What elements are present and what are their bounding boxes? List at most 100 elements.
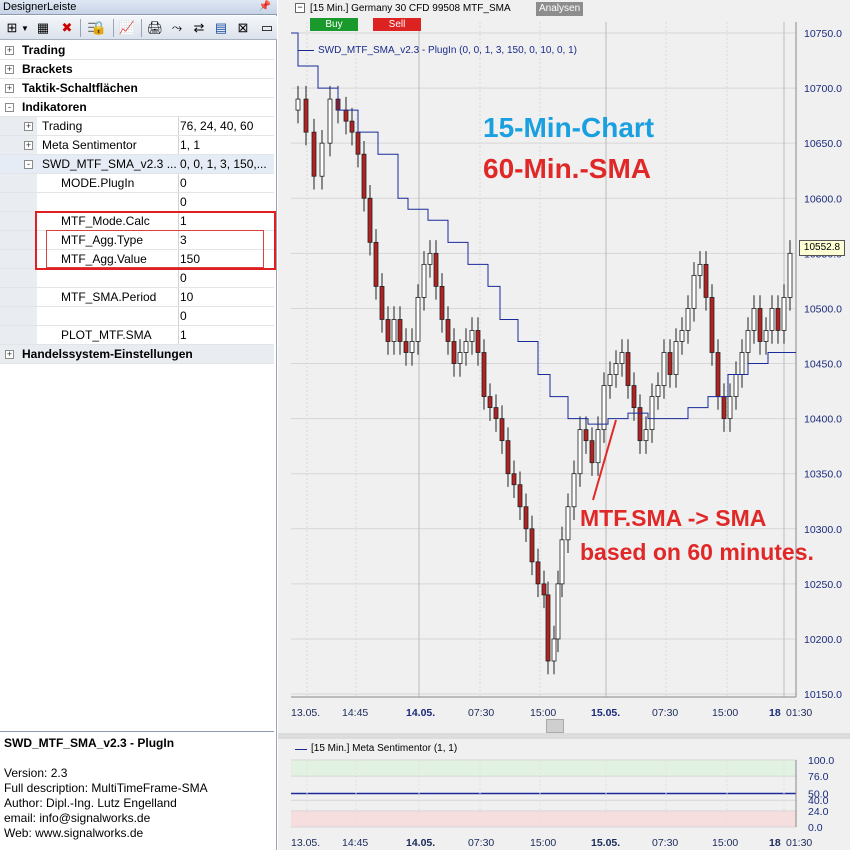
section-taktik[interactable]: + Taktik-Schaltflächen xyxy=(0,79,274,98)
delete-icon[interactable]: ✖ xyxy=(58,19,76,37)
description-line: Author: Dipl.-Ing. Lutz Engelland xyxy=(4,796,177,810)
property-row[interactable]: MODE.PlugIn 0 xyxy=(0,174,274,193)
section-label: Trading xyxy=(22,43,66,57)
expand-icon[interactable]: + xyxy=(24,122,33,131)
property-row[interactable]: 0 xyxy=(0,269,274,288)
collapse-icon[interactable]: - xyxy=(24,160,33,169)
collapse-icon[interactable]: − xyxy=(295,3,305,13)
indicator-label: SWD_MTF_SMA_v2.3 ... xyxy=(42,157,177,171)
property-value[interactable]: 0 xyxy=(180,174,272,193)
indicator-value[interactable]: 76, 24, 40, 60 xyxy=(180,117,272,136)
property-row[interactable]: 0 xyxy=(0,193,274,212)
sub-x-tick-label: 14:45 xyxy=(342,837,368,849)
property-value[interactable]: 10 xyxy=(180,288,272,307)
candle-body xyxy=(787,252,793,298)
expand-icon[interactable]: + xyxy=(5,65,14,74)
candle-body xyxy=(577,429,583,475)
description-line: Version: 2.3 xyxy=(4,766,68,780)
annotation-title: 15-Min-Chart xyxy=(483,112,655,143)
property-label: MTF_SMA.Period xyxy=(61,290,157,304)
section-label: Brackets xyxy=(22,62,73,76)
candle-body xyxy=(493,407,499,420)
window-icon[interactable]: ▭ xyxy=(258,19,276,37)
candle-body xyxy=(589,440,595,464)
candle-body xyxy=(757,308,763,342)
candle-body xyxy=(445,319,451,342)
candle-body xyxy=(661,352,667,386)
candle-body xyxy=(343,109,349,122)
expand-icon[interactable]: + xyxy=(5,46,14,55)
x-tick-label: 15:00 xyxy=(530,707,556,719)
y-tick-label: 10400.0 xyxy=(804,414,842,426)
lock-icon[interactable]: 🔒 xyxy=(90,19,108,37)
indicator-value[interactable]: 1, 1 xyxy=(180,136,272,155)
property-value[interactable]: 0 xyxy=(180,269,272,288)
print-icon[interactable]: 🖨 xyxy=(146,19,164,37)
sell-button[interactable]: Sell xyxy=(373,18,421,31)
buy-button[interactable]: Buy xyxy=(310,18,358,31)
swap-icon[interactable]: ⇄ xyxy=(190,19,208,37)
y-tick-label: 10300.0 xyxy=(804,524,842,536)
indicator-swd-mtf-sma[interactable]: - SWD_MTF_SMA_v2.3 ... 0, 0, 1, 3, 150,.… xyxy=(0,155,274,174)
pin-icon[interactable]: 📌 xyxy=(259,0,271,14)
candle-body xyxy=(559,539,565,585)
property-value[interactable]: 1 xyxy=(180,326,272,345)
candle-body xyxy=(685,308,691,331)
candle-body xyxy=(649,396,655,431)
candle-body xyxy=(311,131,317,177)
chart-scrollbar[interactable] xyxy=(546,719,564,733)
candle-body xyxy=(715,352,721,397)
x-tick-label: 13.05. xyxy=(291,707,320,719)
property-row[interactable]: 0 xyxy=(0,307,274,326)
expand-icon[interactable]: + xyxy=(24,141,33,150)
analysen-tab[interactable]: Analysen xyxy=(536,2,584,16)
candle-body xyxy=(433,252,439,287)
expand-icon[interactable]: + xyxy=(5,84,14,93)
dropdown-icon[interactable]: ▼ xyxy=(20,19,30,37)
y-tick-label: 10600.0 xyxy=(804,193,842,205)
chart-icon[interactable]: 📈 xyxy=(118,19,136,37)
compress-icon[interactable]: ⊠ xyxy=(234,19,252,37)
section-indikatoren[interactable]: - Indikatoren xyxy=(0,98,274,117)
x-tick-label: 14.05. xyxy=(406,707,435,719)
candle-body xyxy=(667,352,673,375)
collapse-icon[interactable]: - xyxy=(5,103,14,112)
candle-body xyxy=(673,341,679,375)
indicator-value[interactable]: 0, 0, 1, 3, 150,... xyxy=(180,155,272,174)
candle-body xyxy=(295,98,301,111)
candle-body xyxy=(601,385,607,431)
section-brackets[interactable]: + Brackets xyxy=(0,60,274,79)
x-tick-label: 15:00 xyxy=(712,707,738,719)
annotation-note: MTF.SMA -> SMA xyxy=(580,505,767,531)
candle-body xyxy=(319,142,325,177)
candle-body xyxy=(583,429,589,442)
candle-body xyxy=(697,263,703,276)
new-icon[interactable]: ⊞ xyxy=(3,19,21,37)
section-trading[interactable]: + Trading xyxy=(0,41,274,60)
property-row[interactable]: MTF_SMA.Period 10 xyxy=(0,288,274,307)
last-price-tag: 10552.8 xyxy=(799,240,845,256)
section-label: Handelssystem-Einstellungen xyxy=(22,347,193,361)
indicator-trading[interactable]: + Trading 76, 24, 40, 60 xyxy=(0,117,274,136)
candle-body xyxy=(349,120,355,133)
bars-icon[interactable]: ▤ xyxy=(212,19,230,37)
description-line: Full description: MultiTimeFrame-SMA xyxy=(4,781,208,795)
description-line: Web: www.signalworks.de xyxy=(4,826,144,840)
candle-body xyxy=(721,396,727,420)
section-handelssystem[interactable]: + Handelssystem-Einstellungen xyxy=(0,345,274,364)
expand-icon[interactable]: + xyxy=(5,350,14,359)
candle-body xyxy=(643,429,649,442)
indicator-meta-sentimentor[interactable]: + Meta Sentimentor 1, 1 xyxy=(0,136,274,155)
candle-body xyxy=(327,98,333,144)
property-value[interactable]: 0 xyxy=(180,307,272,326)
indicator-label: Trading xyxy=(42,119,83,133)
sub-x-tick-label: 15:00 xyxy=(530,837,556,849)
candle-body xyxy=(769,308,775,331)
link-icon[interactable]: ⤳ xyxy=(168,19,186,37)
sub-y-tick-label: 24.0 xyxy=(808,806,829,818)
y-tick-label: 10750.0 xyxy=(804,28,842,40)
grid-icon[interactable]: ▦ xyxy=(34,19,52,37)
property-row[interactable]: PLOT_MTF.SMA 1 xyxy=(0,326,274,345)
property-value[interactable]: 0 xyxy=(180,193,272,212)
candle-body xyxy=(481,352,487,397)
